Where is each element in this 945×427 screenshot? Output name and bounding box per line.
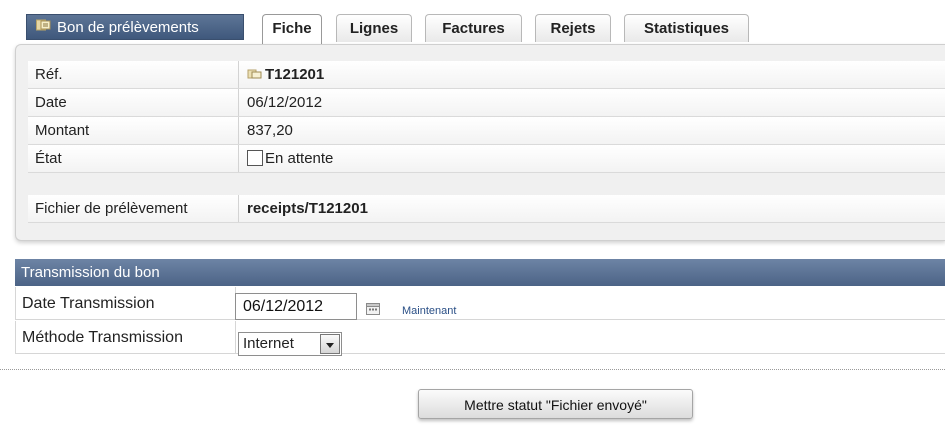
date-transmission-label: Date Transmission [22, 295, 155, 312]
row-etat: État En attente [28, 145, 945, 173]
row-fichier: Fichier de prélèvement receipts/T121201 [28, 195, 945, 223]
fichier-label: Fichier de prélèvement [35, 200, 188, 217]
row-ref: Réf. T121201 [28, 61, 945, 89]
ref-label: Réf. [35, 66, 63, 83]
methode-transmission-label: Méthode Transmission [22, 329, 183, 346]
tab-lignes[interactable]: Lignes [336, 14, 412, 42]
divider [238, 89, 239, 116]
montant-value: 837,20 [247, 122, 293, 139]
tab-rejets[interactable]: Rejets [535, 14, 611, 42]
transmission-title: Transmission du bon [21, 264, 160, 281]
tab-statistiques[interactable]: Statistiques [624, 14, 749, 42]
methode-select[interactable]: Internet [238, 332, 342, 356]
bill-icon [36, 14, 51, 40]
divider [238, 145, 239, 172]
fichier-value: receipts/T121201 [247, 200, 368, 217]
section-divider [0, 369, 945, 370]
divider [238, 61, 239, 88]
set-sent-status-button[interactable]: Mettre statut "Fichier envoyé" [418, 389, 693, 419]
tab-bar: Bon de prélèvements Fiche Lignes Facture… [26, 14, 945, 44]
calendar-icon[interactable] [366, 302, 380, 320]
montant-label: Montant [35, 122, 90, 139]
methode-selected-value: Internet [243, 335, 294, 352]
date-value: 06/12/2012 [247, 94, 323, 111]
now-link[interactable]: Maintenant [402, 305, 456, 317]
ref-value: T121201 [247, 61, 324, 88]
divider [238, 195, 239, 222]
chevron-down-icon[interactable] [320, 334, 340, 354]
date-label: Date [35, 94, 67, 111]
row-methode-transmission: Méthode Transmission [15, 321, 945, 354]
etat-text: En attente [265, 150, 334, 167]
tab-fiche[interactable]: Fiche [262, 14, 322, 44]
etat-label: État [35, 150, 62, 167]
etat-value: En attente [247, 145, 333, 172]
row-date: Date 06/12/2012 [28, 89, 945, 117]
module-title-label: Bon de prélèvements [57, 19, 199, 36]
divider [238, 117, 239, 144]
row-montant: Montant 837,20 [28, 117, 945, 145]
tab-factures[interactable]: Factures [425, 14, 522, 42]
date-transmission-input[interactable] [235, 293, 357, 320]
ref-text: T121201 [265, 66, 325, 83]
module-title: Bon de prélèvements [26, 14, 244, 40]
fiche-panel: Réf. T121201 Date 06/12/2012 Montant 837… [15, 44, 945, 241]
bill-small-icon [247, 69, 262, 79]
divider [235, 321, 236, 354]
status-checkbox-icon [247, 149, 263, 166]
transmission-header: Transmission du bon [15, 259, 945, 286]
row-date-transmission: Date Transmission [15, 287, 945, 320]
